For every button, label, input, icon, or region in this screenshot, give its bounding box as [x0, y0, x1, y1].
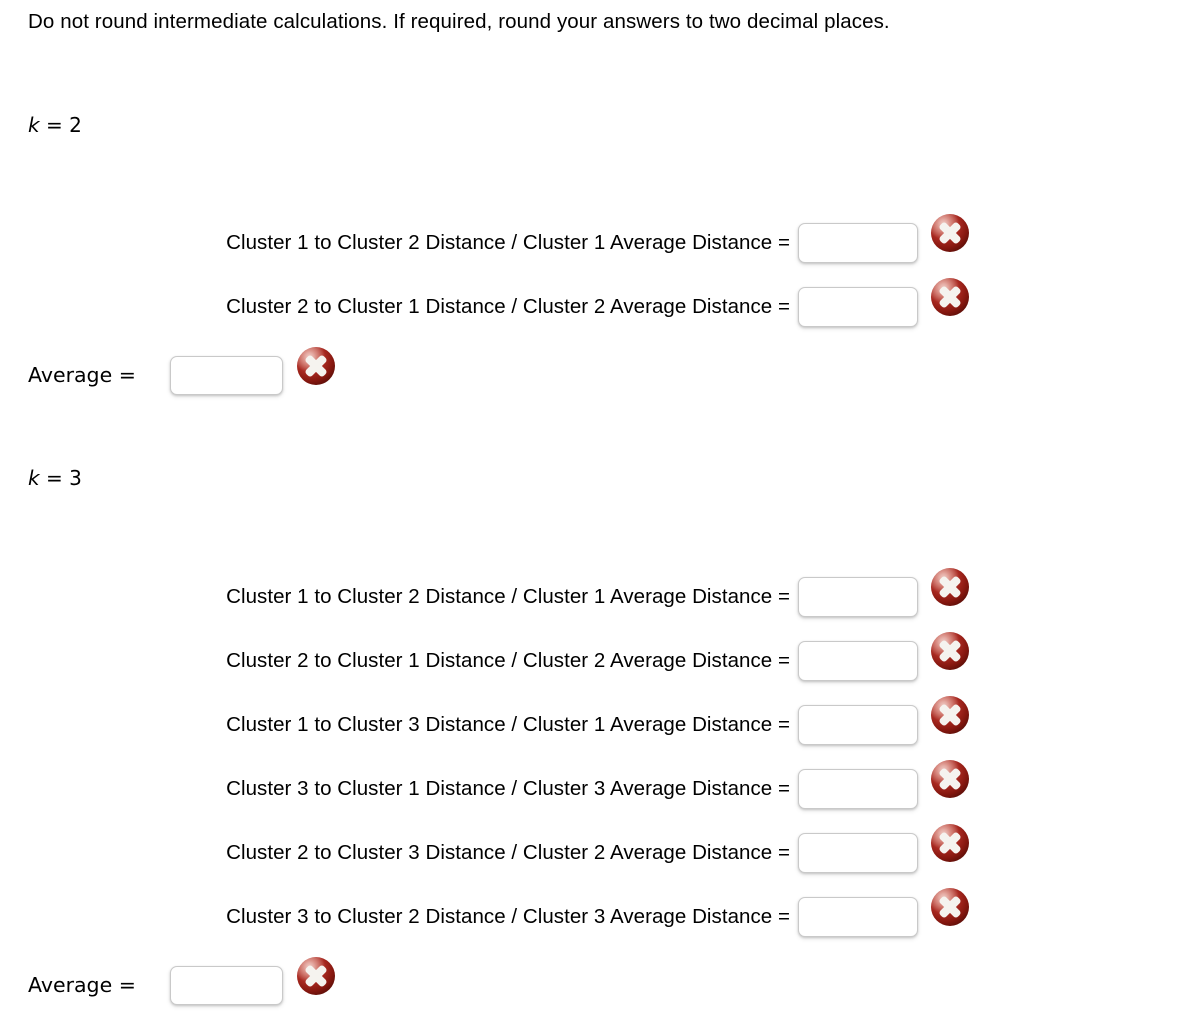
cluster-distance-row: Cluster 2 to Cluster 1 Distance / Cluste… — [0, 278, 1192, 329]
cluster-distance-label: Cluster 3 to Cluster 2 Distance / Cluste… — [226, 905, 790, 928]
cluster-distance-label: Cluster 2 to Cluster 1 Distance / Cluste… — [226, 295, 790, 318]
heading-variable: k — [28, 113, 40, 137]
heading-value: = 3 — [39, 466, 82, 490]
incorrect-x-icon — [296, 346, 336, 386]
heading-value: = 2 — [39, 113, 82, 137]
cluster-distance-label: Cluster 2 to Cluster 1 Distance / Cluste… — [226, 649, 790, 672]
incorrect-x-icon — [296, 956, 336, 996]
incorrect-x-icon — [930, 631, 970, 671]
answer-input[interactable] — [798, 577, 918, 617]
average-answer-input[interactable] — [170, 356, 283, 395]
answer-input[interactable] — [798, 769, 918, 809]
cluster-distance-row: Cluster 2 to Cluster 1 Distance / Cluste… — [0, 632, 1192, 683]
answer-input[interactable] — [798, 833, 918, 873]
cluster-distance-label: Cluster 1 to Cluster 2 Distance / Cluste… — [226, 585, 790, 608]
cluster-distance-row: Cluster 1 to Cluster 3 Distance / Cluste… — [0, 696, 1192, 747]
cluster-distance-row: Cluster 2 to Cluster 3 Distance / Cluste… — [0, 824, 1192, 875]
heading-variable: k — [28, 466, 40, 490]
incorrect-x-icon — [930, 567, 970, 607]
cluster-distance-row: Cluster 3 to Cluster 1 Distance / Cluste… — [0, 760, 1192, 811]
average-label: Average = — [28, 973, 136, 997]
cluster-distance-label: Cluster 2 to Cluster 3 Distance / Cluste… — [226, 841, 790, 864]
incorrect-x-icon — [930, 887, 970, 927]
cluster-distance-label: Cluster 1 to Cluster 3 Distance / Cluste… — [226, 713, 790, 736]
incorrect-x-icon — [930, 213, 970, 253]
incorrect-x-icon — [930, 759, 970, 799]
section-heading-k-1: k = 2 — [28, 112, 82, 138]
average-answer-input[interactable] — [170, 966, 283, 1005]
cluster-distance-row: Cluster 3 to Cluster 2 Distance / Cluste… — [0, 888, 1192, 939]
answer-input[interactable] — [798, 641, 918, 681]
incorrect-x-icon — [930, 695, 970, 735]
section-heading-k-2: k = 3 — [28, 465, 82, 491]
answer-input[interactable] — [798, 897, 918, 937]
incorrect-x-icon — [930, 277, 970, 317]
cluster-distance-row: Cluster 1 to Cluster 2 Distance / Cluste… — [0, 214, 1192, 265]
incorrect-x-icon — [930, 823, 970, 863]
answer-input[interactable] — [798, 223, 918, 263]
instruction-text: Do not round intermediate calculations. … — [28, 10, 890, 33]
cluster-distance-row: Cluster 1 to Cluster 2 Distance / Cluste… — [0, 568, 1192, 619]
average-label: Average = — [28, 363, 136, 387]
answer-input[interactable] — [798, 705, 918, 745]
exercise-page: Do not round intermediate calculations. … — [0, 0, 1192, 1018]
answer-input[interactable] — [798, 287, 918, 327]
cluster-distance-label: Cluster 3 to Cluster 1 Distance / Cluste… — [226, 777, 790, 800]
cluster-distance-label: Cluster 1 to Cluster 2 Distance / Cluste… — [226, 231, 790, 254]
